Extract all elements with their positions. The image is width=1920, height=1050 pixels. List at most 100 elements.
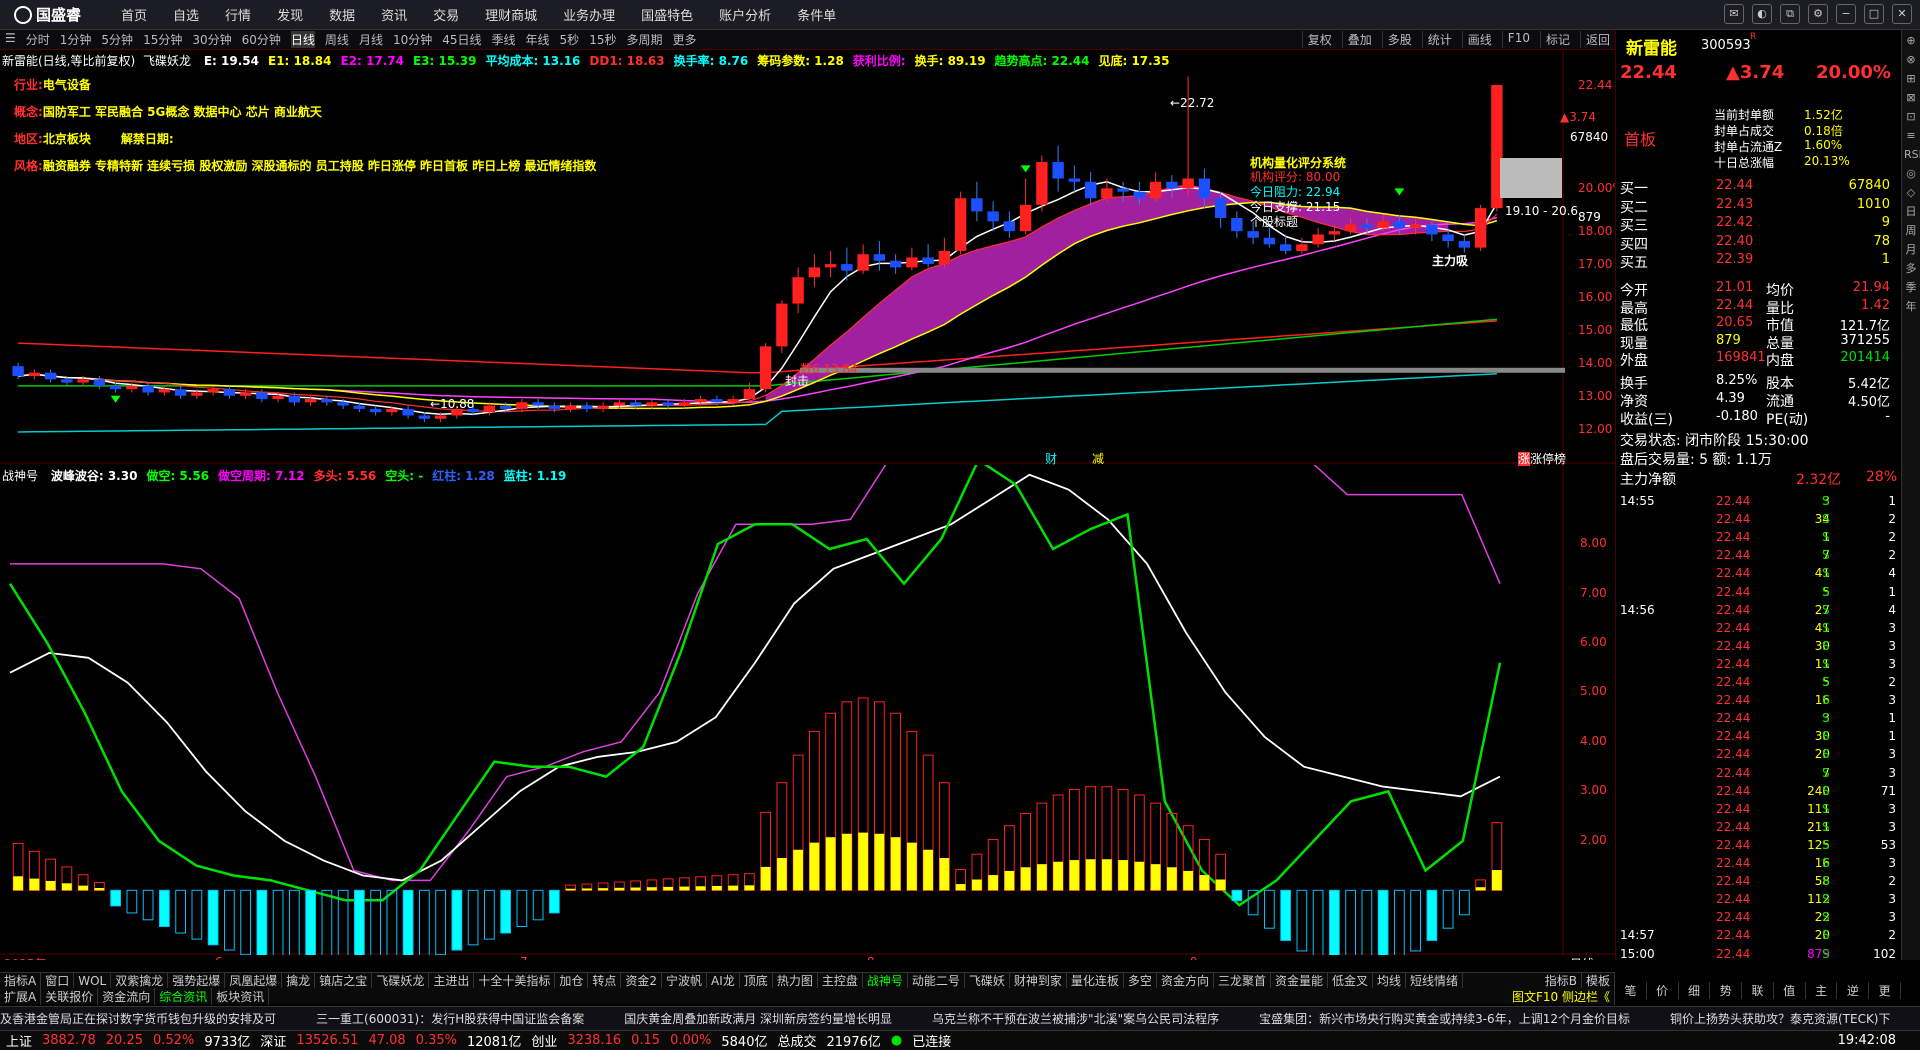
side-tab-0[interactable]: ⊕	[1904, 34, 1918, 47]
indicator-tab-23[interactable]: 量化连板	[1067, 972, 1124, 989]
tick-tab-0[interactable]: 笔	[1615, 981, 1647, 999]
side-tab-3[interactable]: ⊠	[1904, 91, 1918, 104]
indicator-tab-19[interactable]: 战神号	[863, 972, 908, 989]
side-tab-1[interactable]: ⊗	[1904, 53, 1918, 66]
period-tab-12[interactable]: 年线	[526, 31, 550, 48]
indicator-tab-21[interactable]: 飞碟妖	[965, 972, 1010, 989]
period-tab-16[interactable]: 更多	[672, 31, 696, 48]
indicator-tab-10[interactable]: 十全十美指标	[474, 972, 556, 989]
chart-area[interactable]: 新雷能(日线,等比前复权) 飞碟妖龙 E: 19.54 E1: 18.84 E2: …	[0, 50, 1615, 960]
news-item[interactable]: 及香港金管局正在探讨数字货币钱包升级的安排及可	[0, 1010, 276, 1027]
indicator-tab-9[interactable]: 主进出	[429, 972, 475, 989]
news-ticker[interactable]: 及香港金管局正在探讨数字货币钱包升级的安排及可 三一重工(600031)：发行H股…	[0, 1006, 1920, 1030]
period-tab-8[interactable]: 月线	[359, 31, 383, 48]
bid-price[interactable]: 22.40	[1716, 234, 1753, 249]
indicator-tab-20[interactable]: 动能二号	[908, 972, 965, 989]
menu-item-1[interactable]: 自选	[173, 5, 199, 24]
tick-tab-1[interactable]: 价	[1647, 981, 1679, 999]
indicator-tab-26[interactable]: 三龙聚首	[1214, 972, 1271, 989]
chart-tool-1[interactable]: 叠加	[1341, 31, 1372, 48]
chart-tool-5[interactable]: F10	[1501, 31, 1530, 48]
tick-tab-6[interactable]: 主	[1806, 981, 1838, 999]
chart-tool-7[interactable]: 返回	[1579, 31, 1610, 48]
side-tab-6[interactable]: RSI	[1904, 148, 1920, 161]
chart-tool-6[interactable]: 标记	[1539, 31, 1570, 48]
chart-tool-4[interactable]: 画线	[1461, 31, 1492, 48]
menu-item-2[interactable]: 行情	[225, 5, 251, 24]
indicator-tab-29[interactable]: 均线	[1373, 972, 1407, 989]
bid-price[interactable]: 22.44	[1716, 178, 1753, 193]
side-tab-13[interactable]: 季	[1904, 281, 1918, 294]
menu-item-0[interactable]: 首页	[121, 5, 147, 24]
news-item[interactable]: 国庆黄金周叠加新政满月 深圳新房签约量增长明显	[624, 1010, 892, 1027]
indicator-tab-3[interactable]: 双紫擒龙	[111, 972, 169, 989]
settings-icon[interactable]: ⚙	[1808, 4, 1828, 24]
f10-sidebar-toggle[interactable]: 图文F10 侧边栏《	[1508, 987, 1615, 1005]
indicator-tab-2[interactable]: WOL	[74, 973, 112, 988]
side-tab-7[interactable]: ◎	[1904, 167, 1918, 180]
maximize-icon[interactable]: □	[1864, 4, 1884, 24]
chart-tool-3[interactable]: 统计	[1421, 31, 1452, 48]
minimize-icon[interactable]: −	[1836, 4, 1856, 24]
indicator-tab-14[interactable]: 宁波帆	[662, 972, 708, 989]
side-tab-4[interactable]: ⊡	[1904, 110, 1918, 123]
chart-tool-0[interactable]: 复权	[1301, 31, 1332, 48]
date-axis-period[interactable]: 日线	[1570, 955, 1594, 960]
indicator-tab-17[interactable]: 热力图	[773, 972, 818, 989]
period-tab-0[interactable]: 分时	[26, 31, 50, 48]
tick-tab-4[interactable]: 联	[1742, 981, 1774, 999]
indicator-tab-5[interactable]: 凤凰起爆	[225, 972, 283, 989]
indicator-tab-1[interactable]: 窗口	[41, 972, 75, 989]
restore-icon[interactable]: ⧉	[1780, 4, 1800, 24]
period-menu-icon[interactable]: ☰	[5, 31, 16, 48]
period-tab-1[interactable]: 1分钟	[60, 31, 92, 48]
ext-tab-4[interactable]: 板块资讯	[212, 987, 270, 1005]
period-tab-14[interactable]: 15秒	[589, 31, 616, 48]
side-tab-10[interactable]: 周	[1904, 224, 1918, 237]
ext-tab-2[interactable]: 资金流向	[98, 987, 156, 1005]
indicator-tab-25[interactable]: 资金方向	[1157, 972, 1214, 989]
chart-tool-2[interactable]: 多股	[1381, 31, 1412, 48]
period-tab-7[interactable]: 周线	[325, 31, 349, 48]
side-tab-5[interactable]: ≡	[1904, 129, 1918, 142]
indicator-tab-13[interactable]: 资金2	[621, 972, 663, 989]
indicator-tab-right-1[interactable]: 模板	[1582, 972, 1615, 989]
menu-item-5[interactable]: 资讯	[381, 5, 407, 24]
indicator-tab-7[interactable]: 镇店之宝	[315, 972, 373, 989]
menu-item-10[interactable]: 账户分析	[719, 5, 771, 24]
period-tab-3[interactable]: 15分钟	[143, 31, 182, 48]
period-tab-11[interactable]: 季线	[492, 31, 516, 48]
cy-label[interactable]: 创业	[531, 1031, 557, 1050]
period-tab-13[interactable]: 5秒	[560, 31, 580, 48]
indicator-tab-11[interactable]: 加仓	[555, 972, 589, 989]
side-tab-9[interactable]: 日	[1904, 205, 1918, 218]
menu-item-4[interactable]: 数据	[329, 5, 355, 24]
period-tab-15[interactable]: 多周期	[626, 31, 662, 48]
period-tab-4[interactable]: 30分钟	[192, 31, 231, 48]
period-tab-5[interactable]: 60分钟	[242, 31, 281, 48]
skin-icon[interactable]: ◐	[1752, 4, 1772, 24]
ext-tab-3[interactable]: 综合资讯	[155, 987, 213, 1005]
menu-item-6[interactable]: 交易	[433, 5, 459, 24]
indicator-tab-8[interactable]: 飞碟妖龙	[372, 972, 430, 989]
app-logo[interactable]: 国盛睿	[14, 4, 81, 25]
sz-label[interactable]: 深证	[260, 1031, 286, 1050]
tick-tab-5[interactable]: 值	[1774, 981, 1806, 999]
indicator-tab-6[interactable]: 擒龙	[282, 972, 316, 989]
news-item[interactable]: 宝盛集团：新兴市场央行购买黄金或持续3-6年，上调12个月金价目标	[1259, 1010, 1630, 1027]
indicator-tab-24[interactable]: 多空	[1124, 972, 1157, 989]
menu-item-3[interactable]: 发现	[277, 5, 303, 24]
side-tab-14[interactable]: 年	[1904, 300, 1918, 313]
sh-label[interactable]: 上证	[6, 1031, 32, 1050]
indicator-tab-right-0[interactable]: 指标B	[1541, 972, 1582, 989]
menu-item-8[interactable]: 业务办理	[563, 5, 615, 24]
indicator-tab-18[interactable]: 主控盘	[818, 972, 863, 989]
tick-tab-2[interactable]: 细	[1679, 981, 1711, 999]
menu-item-7[interactable]: 理财商城	[485, 5, 537, 24]
side-tab-12[interactable]: 多	[1904, 262, 1918, 275]
indicator-tab-27[interactable]: 资金量能	[1271, 972, 1328, 989]
side-tab-8[interactable]: ◇	[1904, 186, 1918, 199]
indicator-tab-22[interactable]: 财神到家	[1010, 972, 1067, 989]
indicator-tab-16[interactable]: 顶底	[740, 972, 773, 989]
side-tab-2[interactable]: ⊞	[1904, 72, 1918, 85]
